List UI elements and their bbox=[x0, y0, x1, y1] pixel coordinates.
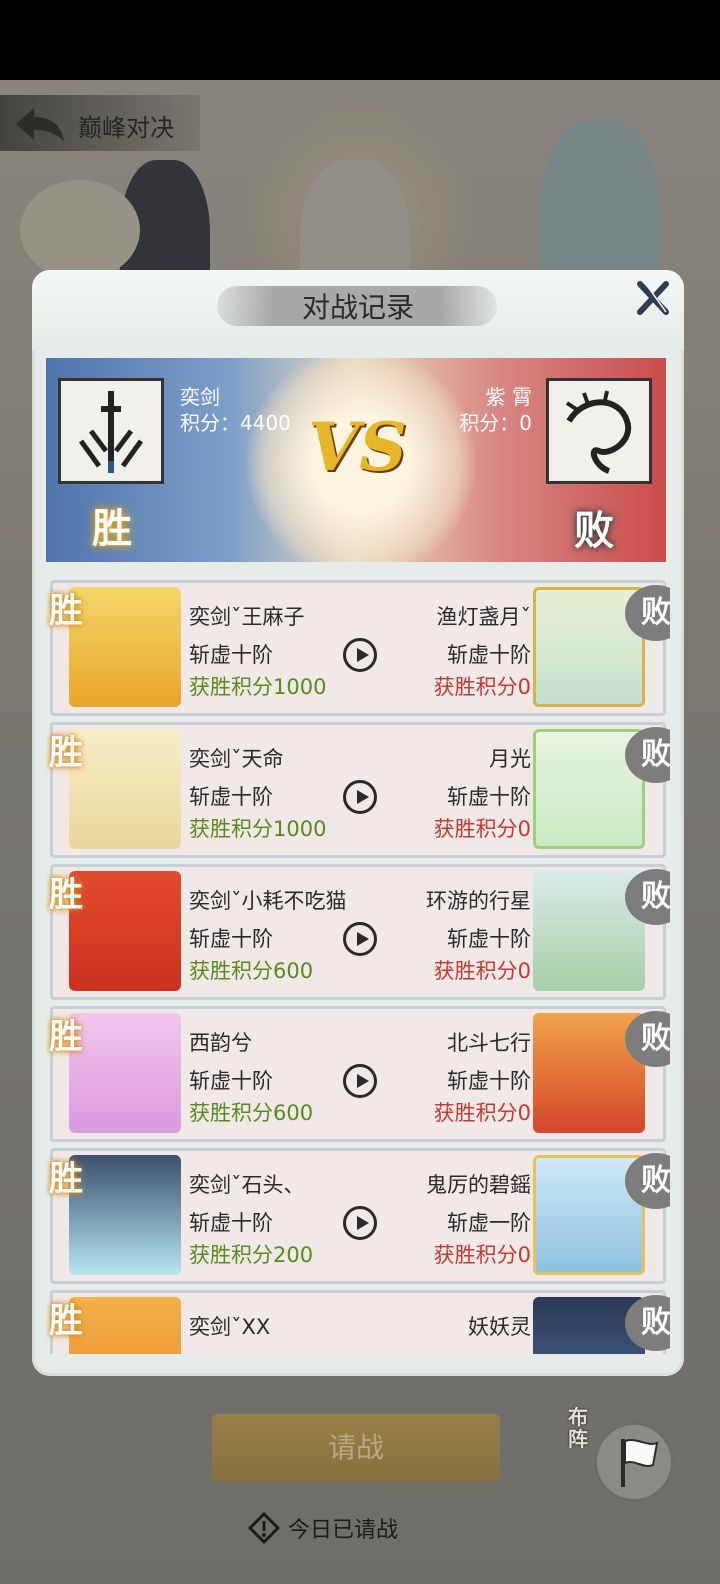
guild-emblem-right bbox=[546, 378, 652, 484]
left-player-points: 获胜积分600 bbox=[189, 959, 314, 983]
left-player-points: 获胜积分200 bbox=[189, 1243, 314, 1267]
vs-label: VS bbox=[308, 408, 407, 486]
left-player-name: 奕剑ˇ小耗不吃猫 bbox=[189, 889, 347, 913]
daily-challenge-notice: 今日已请战 bbox=[288, 1518, 399, 1543]
match-row: 胜 奕剑ˇ小耗不吃猫 斩虚十阶 获胜积分600 环游的行星 斩虚十阶 获胜积分0… bbox=[49, 864, 670, 1000]
win-badge: 胜 bbox=[49, 875, 83, 915]
left-player-rank: 斩虚十阶 bbox=[189, 927, 273, 951]
win-badge: 胜 bbox=[49, 733, 83, 773]
win-badge: 胜 bbox=[49, 1159, 83, 1199]
right-player-points: 获胜积分0 bbox=[433, 1243, 531, 1267]
match-row: 胜 奕剑ˇ王麻子 斩虚十阶 获胜积分1000 渔灯盏月ˇ 斩虚十阶 获胜积分0 … bbox=[49, 580, 670, 716]
left-player-rank: 斩虚十阶 bbox=[189, 785, 273, 809]
right-player-name: 紫 霄 bbox=[485, 385, 532, 409]
win-badge: 胜 bbox=[49, 1017, 83, 1057]
guild-emblem-left bbox=[58, 378, 164, 484]
right-player-rank: 斩虚十阶 bbox=[447, 643, 531, 667]
match-summary-panel: 胜 奕剑 积分：4400 VS 紫 霄 积分：0 败 bbox=[46, 358, 666, 562]
player-avatar bbox=[69, 1155, 181, 1275]
left-player-name: 奕剑 bbox=[180, 385, 220, 409]
right-player-points: 获胜积分0 bbox=[433, 959, 531, 983]
left-player-rank: 斩虚十阶 bbox=[189, 643, 273, 667]
match-record-list[interactable]: 胜 奕剑ˇ王麻子 斩虚十阶 获胜积分1000 渔灯盏月ˇ 斩虚十阶 获胜积分0 … bbox=[46, 580, 670, 1354]
left-player-score: 积分：4400 bbox=[180, 411, 291, 435]
player-avatar bbox=[69, 1013, 181, 1133]
right-result-badge: 败 bbox=[574, 507, 614, 554]
right-player-points: 获胜积分0 bbox=[433, 1101, 531, 1125]
right-player-points: 获胜积分0 bbox=[433, 675, 531, 699]
right-player-points: 获胜积分0 bbox=[433, 817, 531, 841]
warning-icon bbox=[248, 1512, 280, 1544]
deploy-label: 布阵 bbox=[568, 1405, 588, 1451]
right-player-name: 渔灯盏月ˇ bbox=[436, 605, 532, 629]
win-badge: 胜 bbox=[49, 1301, 83, 1341]
win-badge: 胜 bbox=[49, 591, 83, 631]
right-player-rank: 斩虚十阶 bbox=[447, 927, 531, 951]
right-player-name: 妖妖灵 bbox=[468, 1315, 531, 1339]
left-player-name: 西韵兮 bbox=[189, 1031, 252, 1055]
right-player-rank: 斩虚十阶 bbox=[447, 1069, 531, 1093]
left-player-rank: 斩虚十阶 bbox=[189, 1069, 273, 1093]
dialog-header: 对战记录 bbox=[32, 270, 684, 350]
left-result-badge: 胜 bbox=[92, 505, 132, 552]
left-player-name: 奕剑ˇ王麻子 bbox=[189, 605, 305, 629]
player-avatar bbox=[69, 1297, 181, 1354]
dialog-title: 对战记录 bbox=[301, 291, 414, 324]
right-player-name: 鬼厉的碧鎐 bbox=[426, 1173, 531, 1197]
right-player-score: 积分：0 bbox=[459, 411, 532, 435]
right-player-rank: 斩虚一阶 bbox=[447, 1211, 531, 1235]
match-row: 胜 奕剑ˇXX 妖妖灵 败 bbox=[49, 1290, 670, 1354]
close-icon[interactable] bbox=[632, 278, 672, 318]
match-row: 胜 奕剑ˇ天命 斩虚十阶 获胜积分1000 月光 斩虚十阶 获胜积分0 败 bbox=[49, 722, 670, 858]
player-avatar bbox=[69, 871, 181, 991]
right-player-name: 月光 bbox=[489, 747, 531, 771]
right-player-name: 北斗七行 bbox=[447, 1031, 531, 1055]
right-player-name: 环游的行星 bbox=[426, 889, 531, 913]
dragon-emblem-icon bbox=[565, 390, 632, 474]
status-bar bbox=[0, 0, 720, 80]
battle-record-dialog: 对战记录 胜 奕剑 积分：4400 VS 紫 霄 积分：0 败 胜 奕剑ˇ王麻子… bbox=[32, 270, 684, 1376]
challenge-button[interactable]: 请战 bbox=[212, 1414, 500, 1482]
left-player-name: 奕剑ˇ石头、 bbox=[189, 1173, 305, 1197]
left-player-points: 获胜积分1000 bbox=[189, 675, 327, 699]
right-player-rank: 斩虚十阶 bbox=[447, 785, 531, 809]
left-player-rank: 斩虚十阶 bbox=[189, 1211, 273, 1235]
left-player-name: 奕剑ˇXX bbox=[189, 1315, 271, 1339]
left-player-name: 奕剑ˇ天命 bbox=[189, 747, 284, 771]
left-player-points: 获胜积分1000 bbox=[189, 817, 327, 841]
sword-emblem-icon bbox=[78, 391, 144, 473]
match-row: 胜 西韵兮 斩虚十阶 获胜积分600 北斗七行 斩虚十阶 获胜积分0 败 bbox=[49, 1006, 670, 1142]
match-row: 胜 奕剑ˇ石头、 斩虚十阶 获胜积分200 鬼厉的碧鎐 斩虚一阶 获胜积分0 败 bbox=[49, 1148, 670, 1284]
player-avatar bbox=[69, 587, 181, 707]
flag-icon bbox=[594, 1422, 674, 1502]
left-player-points: 获胜积分600 bbox=[189, 1101, 314, 1125]
player-avatar bbox=[69, 729, 181, 849]
